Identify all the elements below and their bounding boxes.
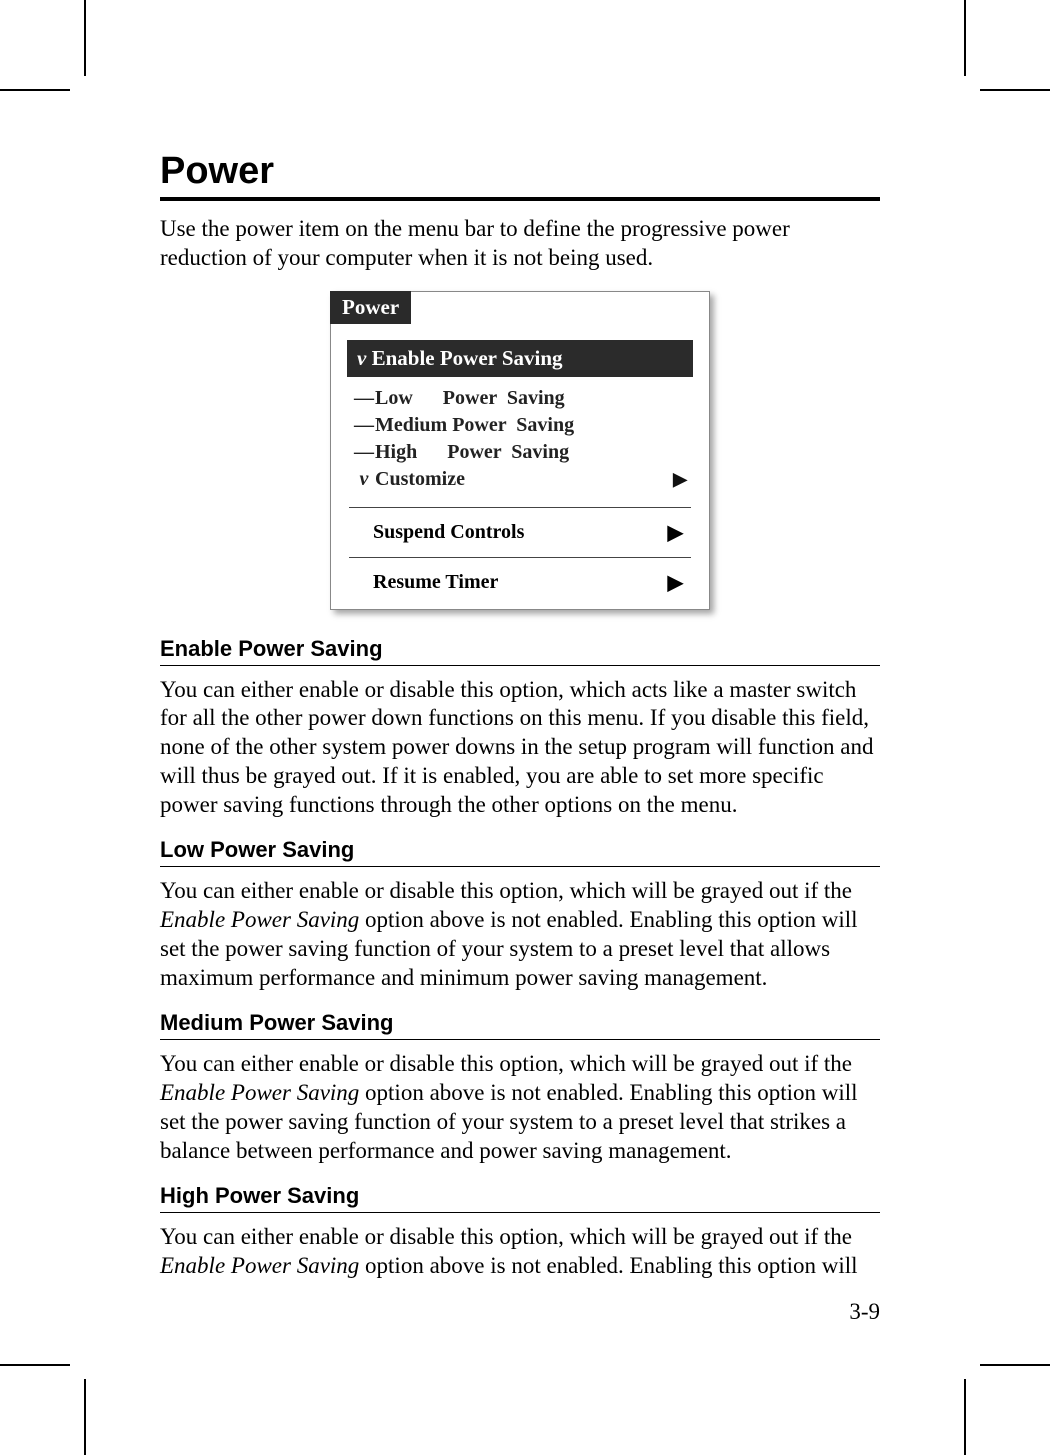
menu-divider: [349, 507, 691, 508]
crop-mark: [0, 1364, 70, 1366]
menu-item-resume: Resume Timer ▶: [343, 564, 697, 601]
crop-mark: [964, 1379, 966, 1455]
section-text: You can either enable or disable this op…: [160, 877, 880, 992]
crop-mark: [980, 89, 1050, 91]
text-span: You can either enable or disable this op…: [160, 1224, 852, 1249]
menu-item-suspend: Suspend Controls ▶: [343, 514, 697, 551]
section-text: You can either enable or disable this op…: [160, 676, 880, 820]
crop-mark: [964, 0, 966, 76]
section-text: You can either enable or disable this op…: [160, 1223, 880, 1281]
text-span: option above is not enabled. Enabling th…: [359, 1253, 857, 1278]
crop-mark: [0, 89, 70, 91]
menu-item-label: Low Power Saving: [375, 387, 565, 409]
menu-item-low: —Low Power Saving: [353, 385, 687, 412]
page-number: 3-9: [160, 1299, 880, 1325]
menu-header-label: Enable Power Saving: [372, 346, 563, 370]
menu-item-label: Medium Power Saving: [375, 414, 574, 436]
arrow-icon: ▶: [668, 520, 683, 545]
power-menu: Power ν Enable Power Saving —Low Power S…: [330, 291, 710, 610]
section-heading: Enable Power Saving: [160, 636, 880, 666]
menu-item-label: Resume Timer: [373, 571, 498, 594]
menu-figure: Power ν Enable Power Saving —Low Power S…: [160, 291, 880, 610]
italic-term: Enable Power Saving: [160, 907, 359, 932]
text-span: You can either enable or disable this op…: [160, 878, 852, 903]
intro-text: Use the power item on the menu bar to de…: [160, 215, 880, 273]
section-text: You can either enable or disable this op…: [160, 1050, 880, 1165]
dash-icon: —: [353, 414, 375, 437]
page-content: Power Use the power item on the menu bar…: [160, 150, 880, 1325]
arrow-icon: ▶: [673, 469, 687, 490]
page-title: Power: [160, 150, 880, 201]
menu-body: ν Enable Power Saving —Low Power Saving …: [331, 324, 709, 609]
menu-item-label: High Power Saving: [375, 441, 569, 463]
menu-tab: Power: [330, 291, 411, 324]
menu-item-label: Customize: [375, 468, 465, 490]
menu-divider: [349, 557, 691, 558]
crop-mark: [980, 1364, 1050, 1366]
crop-mark: [84, 1379, 86, 1455]
dash-icon: —: [353, 441, 375, 464]
section-heading: Medium Power Saving: [160, 1010, 880, 1040]
check-icon: ν: [353, 468, 375, 491]
menu-section-presets: —Low Power Saving —Medium Power Saving —…: [343, 385, 697, 501]
check-icon: ν: [357, 346, 366, 370]
menu-item-high: —High Power Saving: [353, 439, 687, 466]
text-span: You can either enable or disable this op…: [160, 1051, 852, 1076]
menu-header: ν Enable Power Saving: [347, 340, 693, 377]
italic-term: Enable Power Saving: [160, 1080, 359, 1105]
dash-icon: —: [353, 387, 375, 410]
section-heading: High Power Saving: [160, 1183, 880, 1213]
menu-item-label: Suspend Controls: [373, 521, 524, 544]
menu-item-medium: —Medium Power Saving: [353, 412, 687, 439]
italic-term: Enable Power Saving: [160, 1253, 359, 1278]
menu-item-customize: νCustomize ▶: [353, 466, 687, 493]
section-heading: Low Power Saving: [160, 837, 880, 867]
arrow-icon: ▶: [668, 570, 683, 595]
crop-mark: [84, 0, 86, 76]
